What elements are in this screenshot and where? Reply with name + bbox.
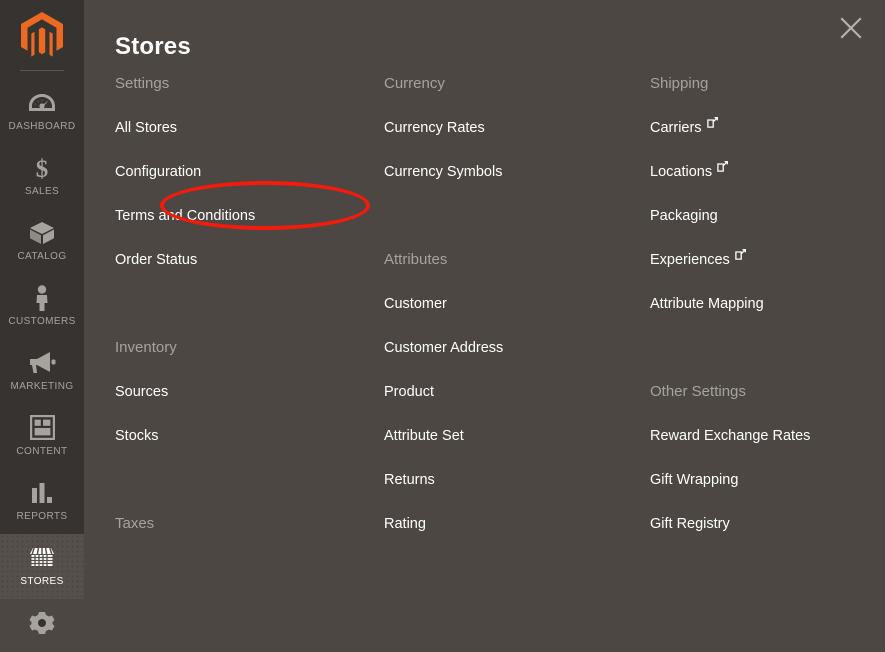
menu-group-title: Inventory <box>115 339 177 356</box>
sidebar-item-sales[interactable]: $ SALES <box>0 144 84 209</box>
external-link-icon <box>717 146 729 190</box>
stores-flyout-panel: Stores Settings All Stores Configuration Te… <box>84 0 885 586</box>
menu-group-title: Shipping <box>650 75 709 92</box>
sidebar-divider <box>20 70 64 71</box>
menu-item-label: All Stores <box>115 120 178 136</box>
sidebar-item-label: CONTENT <box>16 446 68 457</box>
close-icon <box>840 17 862 39</box>
menu-group-title: Other Settings <box>650 383 746 400</box>
sidebar-item-customers[interactable]: CUSTOMERS <box>0 274 84 339</box>
external-link-icon <box>735 234 746 278</box>
menu-item-sources[interactable]: Sources <box>115 370 365 414</box>
menu-item-order-status[interactable]: Order Status <box>115 238 365 282</box>
menu-item-terms-and-conditions[interactable]: Terms and Conditions <box>115 194 365 238</box>
menu-item-label: Rating <box>384 516 426 532</box>
menu-group-title: Taxes <box>115 515 155 532</box>
menu-column-settings: Settings All Stores Configuration Terms and… <box>115 62 365 546</box>
box-icon <box>0 220 84 246</box>
sidebar-item-marketing[interactable]: MARKETING <box>0 339 84 404</box>
sidebar-item-reports[interactable]: REPORTS <box>0 469 84 534</box>
menu-item-label: Currency Symbols <box>384 164 503 180</box>
menu-group-spacer <box>650 326 885 370</box>
menu-item-label: Gift Wrapping <box>650 472 739 488</box>
menu-item-gift-registry[interactable]: Gift Registry <box>650 502 885 546</box>
menu-item-attribute-set[interactable]: Attribute Set <box>384 414 634 458</box>
menu-item-stocks[interactable]: Stocks <box>115 414 365 458</box>
menu-group-spacer <box>115 458 365 502</box>
menu-item-label: Customer Address <box>384 340 504 356</box>
menu-item-packaging[interactable]: Packaging <box>650 194 885 238</box>
sidebar-item-label: DASHBOARD <box>8 121 76 132</box>
menu-columns: Settings All Stores Configuration Terms and… <box>84 62 885 586</box>
menu-item-configuration[interactable]: Configuration <box>115 150 365 194</box>
menu-item-label: Terms and Conditions <box>115 208 256 224</box>
bar-chart-icon <box>0 480 84 506</box>
page-title: Stores <box>115 33 191 61</box>
menu-item-carriers[interactable]: Carriers <box>650 106 885 150</box>
menu-item-rating[interactable]: Rating <box>384 502 634 546</box>
sidebar-item-label: STORES <box>20 576 64 587</box>
external-link-icon <box>706 102 718 146</box>
menu-item-locations[interactable]: Locations <box>650 150 885 194</box>
menu-column-currency: Currency Currency Rates Currency Symbols At… <box>384 62 634 546</box>
admin-sidebar: DASHBOARD $ SALES CATALOG CUSTOMERS MARK… <box>0 0 84 634</box>
menu-item-gift-wrapping[interactable]: Gift Wrapping <box>650 458 885 502</box>
menu-item-label: Returns <box>384 472 435 488</box>
menu-item-currency-symbols[interactable]: Currency Symbols <box>384 150 634 194</box>
menu-item-label: Attribute Mapping <box>650 296 764 312</box>
storefront-icon <box>0 545 84 571</box>
panel-header: Stores <box>84 0 885 62</box>
sidebar-item-system[interactable] <box>0 599 84 652</box>
menu-item-label: Order Status <box>115 252 198 268</box>
menu-item-label: Locations <box>650 164 713 180</box>
sidebar-item-stores[interactable]: STORES <box>0 534 84 599</box>
system-gear-icon <box>0 610 84 636</box>
sidebar-item-content[interactable]: CONTENT <box>0 404 84 469</box>
sidebar-item-label: CATALOG <box>17 251 67 262</box>
menu-item-product[interactable]: Product <box>384 370 634 414</box>
megaphone-icon <box>0 350 84 376</box>
menu-item-label: Carriers <box>650 120 702 136</box>
menu-item-customer[interactable]: Customer <box>384 282 634 326</box>
person-icon <box>0 285 84 311</box>
sidebar-item-label: CUSTOMERS <box>8 316 76 327</box>
menu-group-title: Attributes <box>384 251 448 268</box>
menu-item-label: Sources <box>115 384 169 400</box>
sidebar-item-dashboard[interactable]: DASHBOARD <box>0 79 84 144</box>
menu-item-all-stores[interactable]: All Stores <box>115 106 365 150</box>
dashboard-gauge-icon <box>0 90 84 116</box>
close-button[interactable] <box>833 10 869 46</box>
menu-item-customer-address[interactable]: Customer Address <box>384 326 634 370</box>
menu-item-experiences[interactable]: Experiences <box>650 238 885 282</box>
sidebar-item-label: REPORTS <box>16 511 68 522</box>
menu-item-currency-rates[interactable]: Currency Rates <box>384 106 634 150</box>
menu-item-label: Reward Exchange Rates <box>650 428 811 444</box>
menu-item-label: Currency Rates <box>384 120 485 136</box>
menu-item-label: Gift Registry <box>650 516 730 532</box>
dollar-sign-icon: $ <box>0 155 84 183</box>
menu-group-title: Currency <box>384 75 445 92</box>
sidebar-item-label: SALES <box>24 186 60 197</box>
layout-page-icon <box>0 415 84 441</box>
magento-logo-icon <box>21 12 63 57</box>
menu-item-label: Product <box>384 384 434 400</box>
menu-group-title: Settings <box>115 75 170 92</box>
svg-text:$: $ <box>36 156 49 181</box>
sidebar-item-catalog[interactable]: CATALOG <box>0 209 84 274</box>
menu-item-label: Packaging <box>650 208 718 224</box>
menu-item-returns[interactable]: Returns <box>384 458 634 502</box>
menu-item-reward-exchange-rates[interactable]: Reward Exchange Rates <box>650 414 885 458</box>
menu-item-label: Stocks <box>115 428 159 444</box>
menu-column-shipping: Shipping Carriers Locations Packaging Experi… <box>650 62 885 546</box>
sidebar-item-label: MARKETING <box>10 381 74 392</box>
menu-item-label: Configuration <box>115 164 202 180</box>
menu-item-attribute-mapping[interactable]: Attribute Mapping <box>650 282 885 326</box>
menu-item-label: Customer <box>384 296 447 312</box>
menu-group-spacer <box>115 282 365 326</box>
magento-logo[interactable] <box>0 0 84 70</box>
menu-item-label: Attribute Set <box>384 428 464 444</box>
menu-group-spacer <box>384 194 634 238</box>
menu-item-label: Experiences <box>650 252 730 268</box>
